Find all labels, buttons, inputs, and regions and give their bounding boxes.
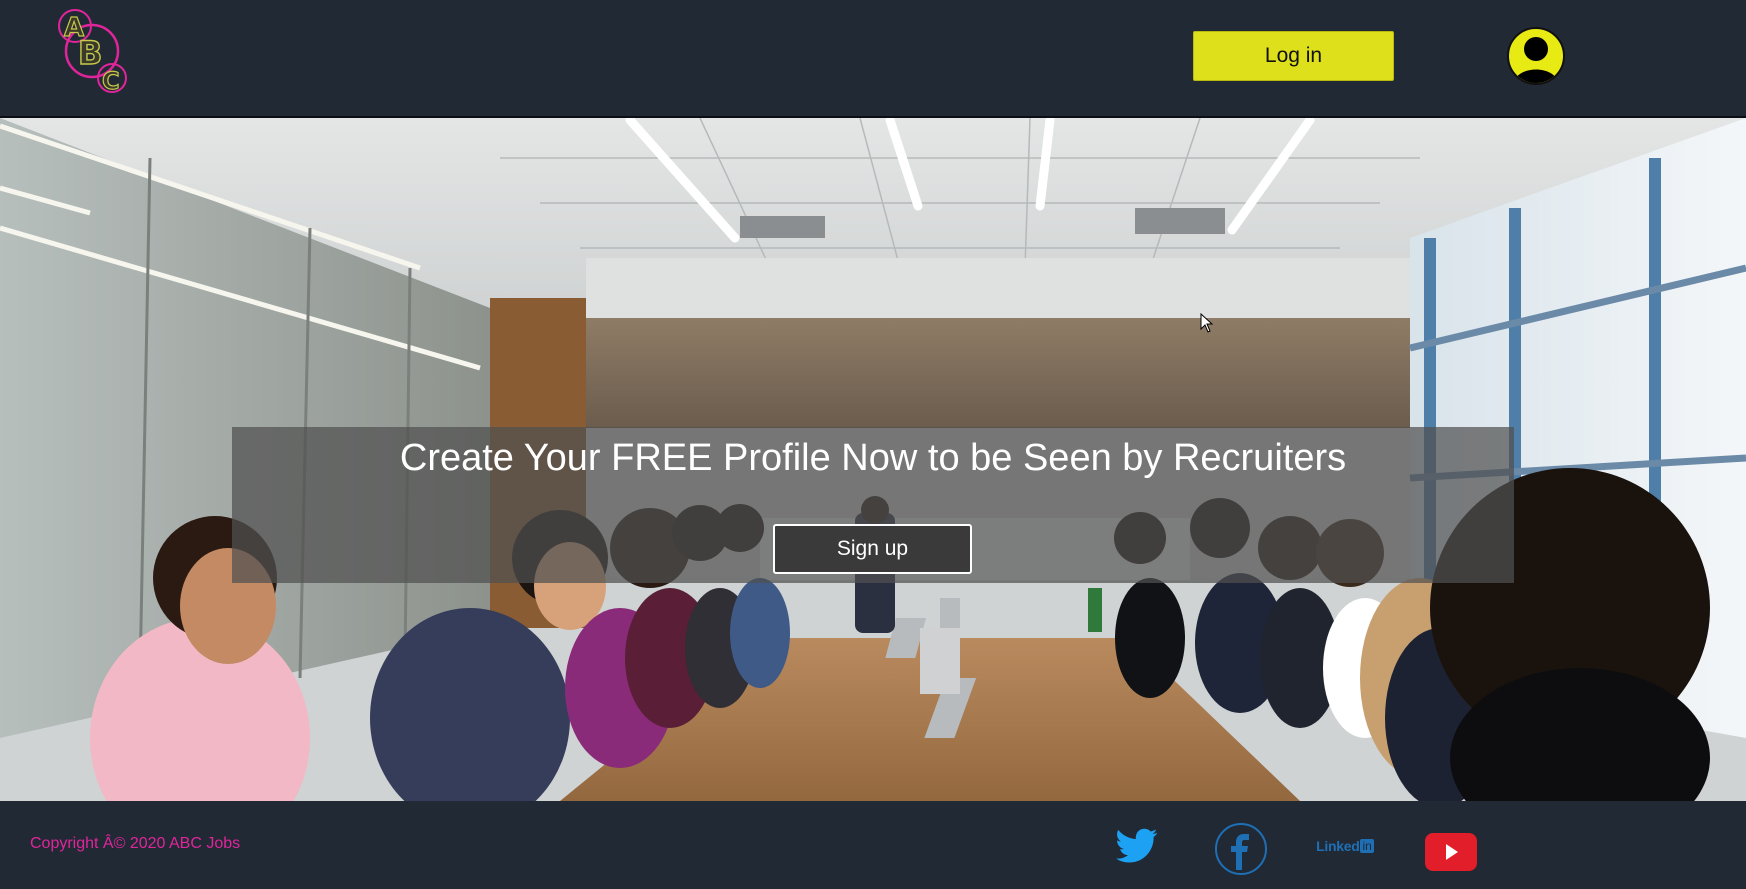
site-footer: Copyright Â© 2020 ABC Jobs Linked in bbox=[0, 801, 1746, 889]
copyright-text: Copyright Â© 2020 ABC Jobs bbox=[30, 835, 241, 852]
twitter-icon[interactable] bbox=[1114, 823, 1160, 869]
login-button[interactable]: Log in bbox=[1193, 31, 1394, 81]
linkedin-in-badge: in bbox=[1360, 839, 1374, 853]
facebook-icon[interactable] bbox=[1214, 822, 1268, 876]
hero-section: Create Your FREE Profile Now to be Seen … bbox=[0, 118, 1746, 801]
linkedin-label: Linked bbox=[1316, 838, 1360, 854]
logo-letter-b: B bbox=[78, 34, 102, 72]
logo-letter-c: C bbox=[102, 67, 120, 95]
youtube-icon[interactable] bbox=[1425, 833, 1477, 871]
signup-button[interactable]: Sign up bbox=[773, 524, 972, 574]
mouse-cursor-icon bbox=[1200, 313, 1214, 333]
site-header: A B C Log in bbox=[0, 0, 1746, 118]
hero-banner: Create Your FREE Profile Now to be Seen … bbox=[232, 427, 1514, 583]
linkedin-icon[interactable]: Linked in bbox=[1314, 826, 1376, 866]
hero-title: Create Your FREE Profile Now to be Seen … bbox=[399, 437, 1347, 479]
user-avatar-icon[interactable] bbox=[1507, 27, 1565, 85]
abc-logo[interactable]: A B C bbox=[42, 6, 142, 98]
